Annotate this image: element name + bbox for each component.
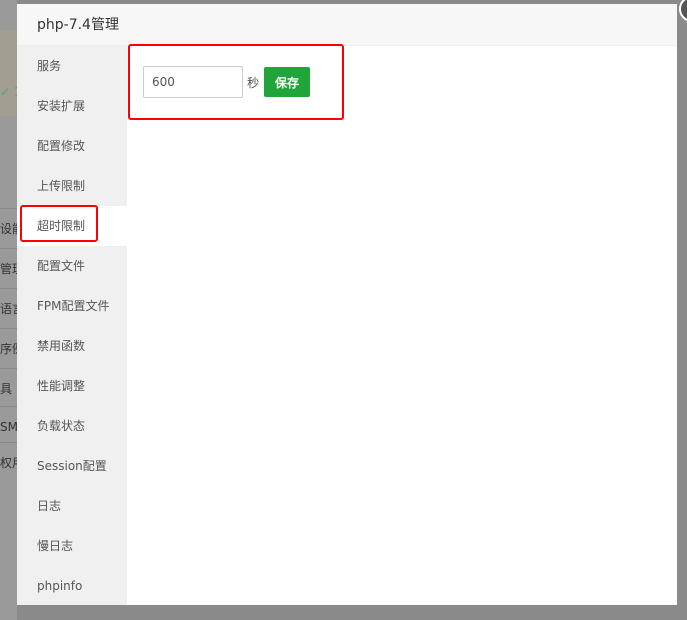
background-text: 具 <box>0 368 17 408</box>
sidebar-item-session-config[interactable]: Session配置 <box>17 446 127 486</box>
sidebar-item-service[interactable]: 服务 <box>17 46 127 86</box>
php-manage-modal: php-7.4管理 服务 安装扩展 配置修改 上传限制 超时限制 配置文件 FP… <box>17 0 687 605</box>
sidebar-item-upload-limit[interactable]: 上传限制 <box>17 166 127 206</box>
sidebar: 服务 安装扩展 配置修改 上传限制 超时限制 配置文件 FPM配置文件 禁用函数… <box>17 46 127 605</box>
background-text: 管理 <box>0 248 17 288</box>
sidebar-item-install-extension[interactable]: 安装扩展 <box>17 86 127 126</box>
modal-title: php-7.4管理 <box>17 4 677 46</box>
sidebar-item-performance[interactable]: 性能调整 <box>17 366 127 406</box>
background-text: 语言 <box>0 288 17 328</box>
background-page: ✓ 1 设能 管理 语言 序例 具 SMT 权用 <box>0 0 17 620</box>
highlight-box-content <box>128 44 344 120</box>
background-text: 设能 <box>0 208 17 248</box>
timeout-panel: 秒 保存 <box>127 46 677 605</box>
highlight-box-sidebar <box>20 205 98 242</box>
sidebar-item-phpinfo[interactable]: phpinfo <box>17 566 127 606</box>
background-text: 序例 <box>0 328 17 368</box>
sidebar-item-config-edit[interactable]: 配置修改 <box>17 126 127 166</box>
background-text: 权用 <box>0 442 17 482</box>
sidebar-item-config-file[interactable]: 配置文件 <box>17 246 127 286</box>
sidebar-item-slow-log[interactable]: 慢日志 <box>17 526 127 566</box>
sidebar-item-fpm-config[interactable]: FPM配置文件 <box>17 286 127 326</box>
background-text: SMT <box>0 406 17 446</box>
background-text: ✓ 1 <box>0 85 17 99</box>
sidebar-item-load-status[interactable]: 负载状态 <box>17 406 127 446</box>
sidebar-item-disabled-functions[interactable]: 禁用函数 <box>17 326 127 366</box>
close-icon[interactable]: ✕ <box>679 0 687 22</box>
sidebar-item-log[interactable]: 日志 <box>17 486 127 526</box>
